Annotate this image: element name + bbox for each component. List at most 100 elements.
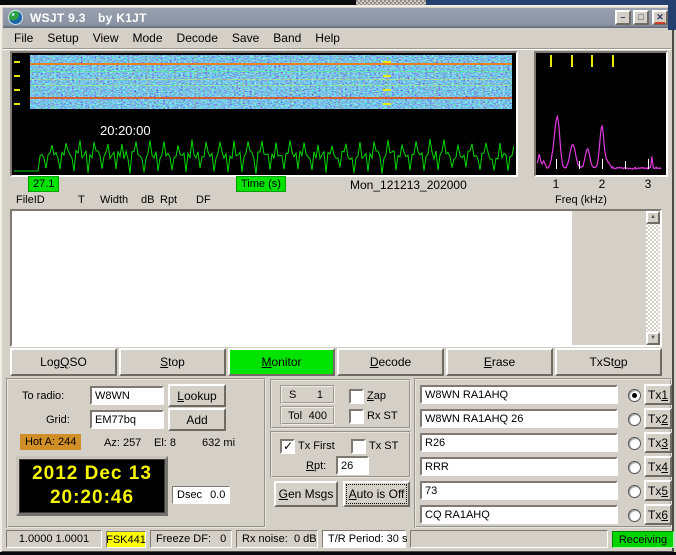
tx1-message-field[interactable] xyxy=(420,385,618,404)
spectrum-display[interactable] xyxy=(534,51,668,177)
auto-button[interactable]: Auto is Off xyxy=(343,481,410,507)
erase-button[interactable]: Erase xyxy=(446,348,553,376)
stop-button[interactable]: Stop xyxy=(119,348,226,376)
checkmark-icon: ✓ xyxy=(283,439,294,453)
freq-tick-label-1: 1 xyxy=(552,177,560,191)
status-spacer-panel xyxy=(410,530,608,548)
freq-tick-label-3: 3 xyxy=(644,177,652,191)
tx-st-checkbox[interactable]: ✓ xyxy=(351,439,366,454)
tr-period-panel: T/R Period: 30 s xyxy=(322,530,407,548)
menu-mode[interactable]: Mode xyxy=(126,29,170,47)
lookup-button[interactable]: Lookup xyxy=(168,384,226,407)
decode-scrollbar[interactable]: ▲ ▼ xyxy=(646,211,660,345)
menu-help[interactable]: Help xyxy=(308,29,347,47)
mode-value: FSK441 xyxy=(106,533,146,546)
sync-tol-box: S 1 ✓ Zap Tol 400 ✓ Rx ST xyxy=(270,379,411,429)
minimize-button[interactable]: – xyxy=(615,10,631,25)
tx5-button[interactable]: Tx 5 xyxy=(644,480,672,501)
tx1-button[interactable]: Tx 1 xyxy=(644,384,672,405)
add-button[interactable]: Add xyxy=(168,408,226,431)
sync-control[interactable]: S 1 xyxy=(280,385,335,404)
tx6-radio[interactable] xyxy=(628,509,641,522)
rate-ratio-value: 1.0000 1.0001 xyxy=(18,533,90,545)
freeze-df-value: Freeze DF: 0 xyxy=(156,533,227,545)
tone-tick xyxy=(14,89,20,91)
tx2-button[interactable]: Tx 2 xyxy=(644,408,672,429)
menu-view[interactable]: View xyxy=(86,29,126,47)
txstop-button[interactable]: TxSt o p xyxy=(555,348,662,376)
tone-tick-mid xyxy=(383,61,391,63)
tx4-button[interactable]: Tx 4 xyxy=(644,456,672,477)
column-df: DF xyxy=(196,194,211,206)
utc-clock: 2012 Dec 13 20:20:46 xyxy=(16,456,168,516)
log-qso-button[interactable]: Log Q SO xyxy=(10,348,117,376)
scroll-down-icon: ▼ xyxy=(650,335,656,341)
dsec-label: Dsec xyxy=(177,489,203,501)
tx3-button[interactable]: Tx 3 xyxy=(644,432,672,453)
waterfall-display[interactable]: 20:20:00 xyxy=(10,51,518,177)
tol-control[interactable]: Tol 400 xyxy=(280,406,335,425)
tx3-message-field[interactable] xyxy=(420,433,618,452)
rx-st-label: Rx ST xyxy=(367,410,398,422)
audio-waveform xyxy=(14,138,514,174)
azimuth-label: Az: 257 xyxy=(104,437,142,449)
tx2-message-field[interactable] xyxy=(420,409,618,428)
tx-first-checkbox[interactable]: ✓ xyxy=(280,439,295,454)
decode-button[interactable]: Decode xyxy=(337,348,444,376)
tx4-message-field[interactable] xyxy=(420,457,618,476)
freq-tick xyxy=(625,161,626,169)
tx2-radio[interactable] xyxy=(628,413,641,426)
rate-ratio-panel: 1.0000 1.0001 xyxy=(6,530,102,548)
column-t: T xyxy=(78,194,85,206)
zap-checkbox[interactable]: ✓ xyxy=(349,389,364,404)
rx-st-checkbox[interactable]: ✓ xyxy=(349,409,364,424)
tx1-radio[interactable] xyxy=(628,389,641,402)
menu-file[interactable]: File xyxy=(7,29,40,47)
menu-band[interactable]: Band xyxy=(266,29,308,47)
spectrum-trace xyxy=(536,114,662,170)
to-radio-label: To radio: xyxy=(22,390,65,402)
tx5-message-field[interactable] xyxy=(420,481,618,500)
menu-decode[interactable]: Decode xyxy=(170,29,225,47)
gen-msgs-button[interactable]: Gen Msgs xyxy=(274,481,338,507)
grid-input[interactable] xyxy=(90,410,164,429)
scrollbar-down-button[interactable]: ▼ xyxy=(646,332,660,345)
tx6-button[interactable]: Tx 6 xyxy=(644,504,672,525)
menu-bar: File Setup View Mode Decode Save Band He… xyxy=(3,28,671,49)
menu-setup[interactable]: Setup xyxy=(40,29,85,47)
column-db: dB xyxy=(141,194,155,206)
titlebar[interactable]: WSJT 9.3 by K1JT – □ ✕ xyxy=(3,8,671,28)
tone-tick-mid xyxy=(383,89,391,91)
file-id-label: Mon_121213_202000 xyxy=(350,178,467,192)
tx5-radio[interactable] xyxy=(628,485,641,498)
waterfall-streaks xyxy=(30,55,512,109)
station-panel: To radio: Lookup Grid: Add Hot A: 244 Az… xyxy=(6,378,266,528)
menu-save[interactable]: Save xyxy=(225,29,266,47)
mode-badge: FSK441 xyxy=(106,531,146,548)
scroll-up-icon: ▲ xyxy=(650,214,656,220)
time-axis-badge: Time (s) xyxy=(236,176,286,192)
maximize-button[interactable]: □ xyxy=(633,10,649,25)
rpt-label: Rpt: xyxy=(306,460,327,472)
decode-text-area[interactable]: ▲ ▼ xyxy=(10,209,662,347)
background-window-corner xyxy=(668,0,676,30)
tone-tick xyxy=(14,75,20,77)
dsec-value: 0.0 xyxy=(210,489,226,501)
dsec-field[interactable]: Dsec 0.0 xyxy=(172,486,230,504)
tx3-radio[interactable] xyxy=(628,437,641,450)
freq-tick xyxy=(602,159,603,169)
monitor-button[interactable]: Monitor xyxy=(228,348,335,376)
close-button[interactable]: ✕ xyxy=(652,10,668,25)
tx6-message-field[interactable] xyxy=(420,505,618,524)
scrollbar-up-button[interactable]: ▲ xyxy=(646,211,660,224)
rpt-input[interactable] xyxy=(336,456,369,475)
tx-messages-panel: Tx1 Tx2 Tx3 Tx4 Tx5 Tx6 xyxy=(414,378,672,528)
rx-noise-value: Rx noise: 0 dB xyxy=(242,533,317,545)
to-radio-input[interactable] xyxy=(90,386,164,405)
tx4-radio[interactable] xyxy=(628,461,641,474)
window-title: WSJT 9.3 xyxy=(30,11,86,25)
maximize-icon: □ xyxy=(638,12,644,22)
level-badge: 27.1 xyxy=(28,176,60,192)
column-fileid: FileID xyxy=(16,194,45,206)
freq-tick xyxy=(648,159,649,169)
